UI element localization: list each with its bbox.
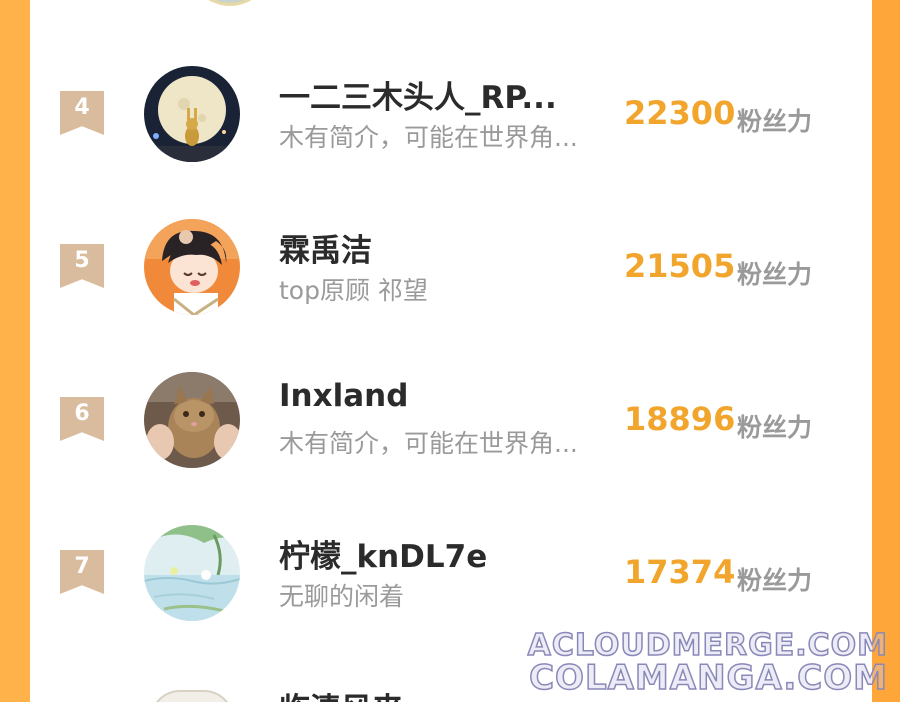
list-item[interactable]: 7 柠檬_knDL7e 无聊的闲着 17374 粉丝力 bbox=[0, 525, 900, 635]
user-bio: 木有简介，可能在世界角... bbox=[279, 123, 578, 152]
rank-badge: 6 bbox=[60, 397, 104, 441]
score-value: 17374 bbox=[624, 553, 736, 591]
watermark-line-2: COLAMANGA.COM bbox=[528, 657, 888, 699]
user-bio: top原顾 祁望 bbox=[279, 276, 428, 305]
list-item[interactable]: 6 Inxland 木有简介，可能在世界角... 18896 粉丝力 bbox=[0, 372, 900, 482]
avatar[interactable] bbox=[144, 525, 240, 621]
rank-badge: 4 bbox=[60, 91, 104, 135]
user-bio: 无聊的闲着 bbox=[279, 582, 405, 611]
user-name-partial[interactable]: 临清风来 bbox=[279, 688, 479, 702]
score-unit: 粉丝力 bbox=[737, 413, 813, 442]
score-unit: 粉丝力 bbox=[737, 260, 813, 289]
user-name[interactable]: 柠檬_knDL7e bbox=[279, 531, 619, 576]
score-unit: 粉丝力 bbox=[737, 107, 813, 136]
user-name[interactable]: 一二三木头人_RP... bbox=[279, 72, 619, 117]
avatar[interactable] bbox=[144, 219, 240, 315]
rank-badge: 5 bbox=[60, 244, 104, 288]
user-bio: 木有简介，可能在世界角... bbox=[279, 429, 578, 458]
score-value: 22300 bbox=[624, 94, 736, 132]
user-name[interactable]: 霖禹洁 bbox=[279, 225, 619, 270]
avatar-rank-3-partial[interactable] bbox=[188, 0, 272, 6]
rank-badge: 7 bbox=[60, 550, 104, 594]
avatar[interactable] bbox=[144, 372, 240, 468]
user-name[interactable]: Inxland bbox=[279, 378, 619, 414]
score-unit: 粉丝力 bbox=[737, 566, 813, 595]
list-item[interactable]: 5 霖禹洁 top原顾 祁望 21505 粉丝力 bbox=[0, 219, 900, 329]
list-item[interactable]: 4 一二三木头人_RP... 木有简介，可能在世界角... 22300 粉丝力 bbox=[0, 66, 900, 176]
score-value: 18896 bbox=[624, 400, 736, 438]
score-value: 21505 bbox=[624, 247, 736, 285]
avatar[interactable] bbox=[144, 66, 240, 162]
